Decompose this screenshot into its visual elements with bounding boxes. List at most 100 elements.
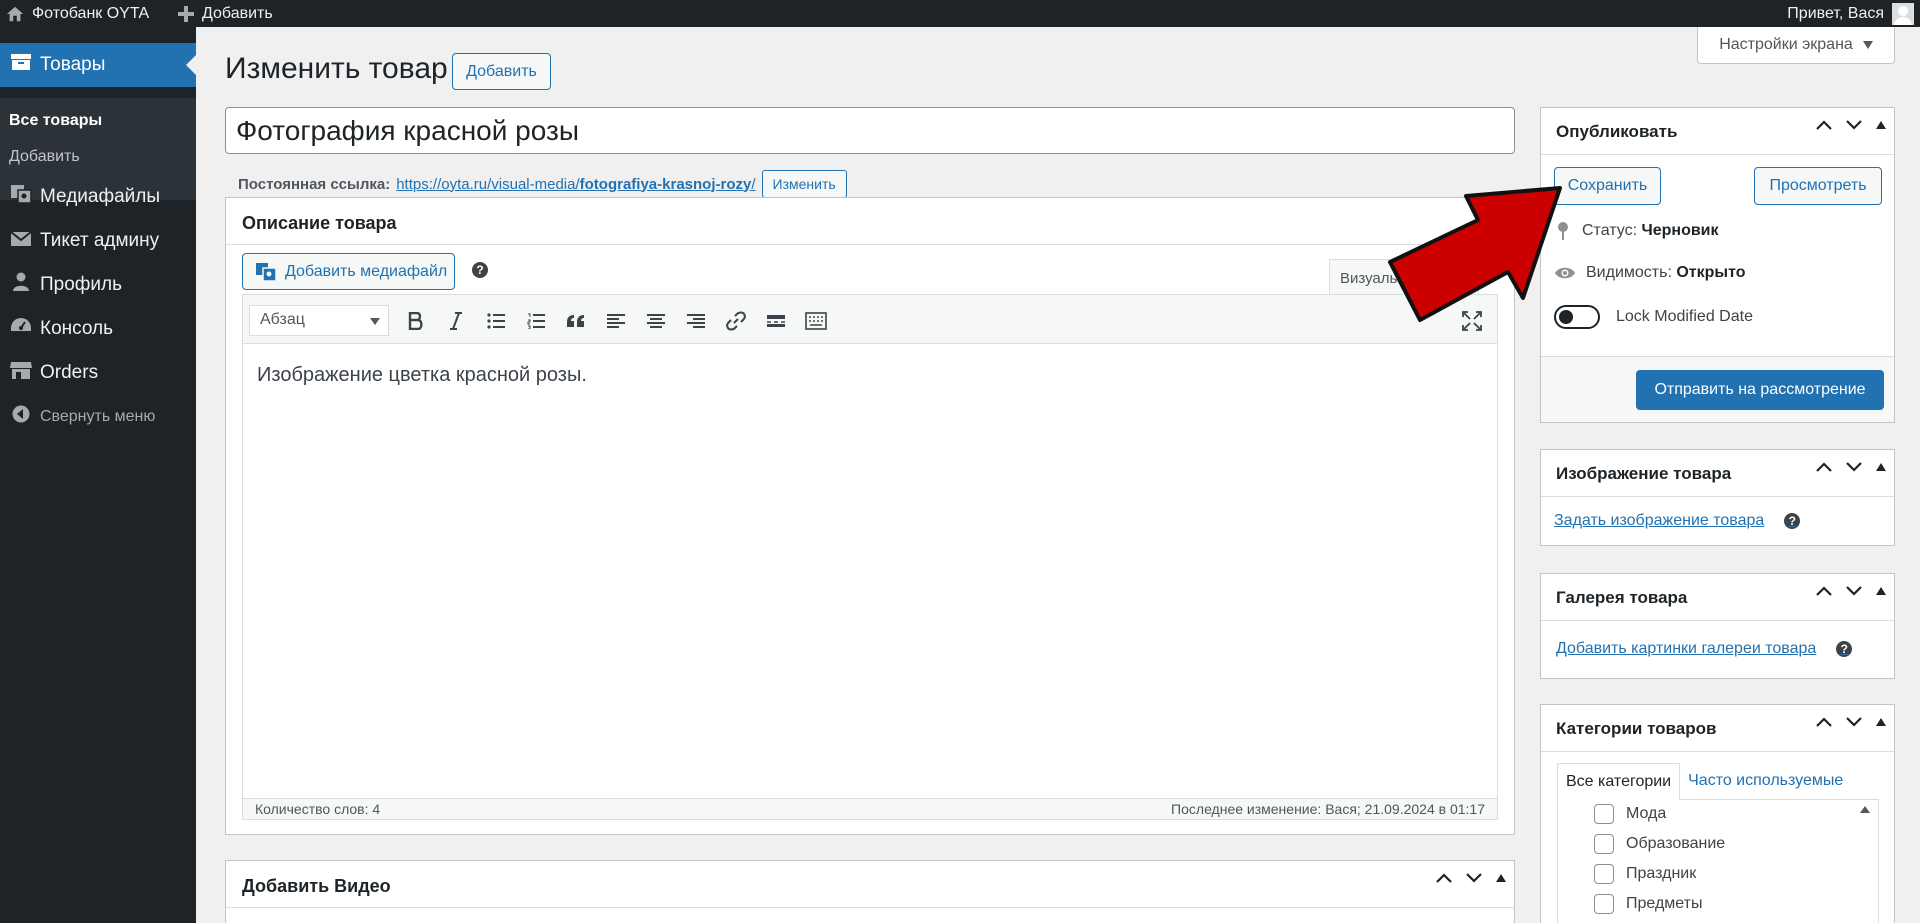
admin-bar: Фотобанк OYTA Добавить Привет, Вася (0, 0, 1920, 27)
submit-for-review-button[interactable]: Отправить на рассмотрение (1636, 370, 1884, 410)
caret-up-icon[interactable] (1876, 587, 1886, 595)
box-controls (1816, 462, 1886, 472)
set-product-image-row: Задать изображение товара ? (1554, 512, 1801, 530)
save-draft-button[interactable]: Сохранить (1554, 167, 1661, 205)
avatar (1892, 2, 1914, 25)
chevron-down-icon[interactable] (1846, 462, 1862, 472)
numbered-list-icon[interactable] (523, 308, 549, 334)
permalink-base: https://oyta.ru/visual-media/ (396, 175, 580, 193)
caret-up-icon[interactable] (1876, 463, 1886, 471)
align-center-icon[interactable] (643, 308, 669, 334)
tab-visual[interactable]: Визуально (1329, 259, 1479, 294)
menu-item-media[interactable]: Медиафайлы (0, 175, 196, 219)
divider (226, 244, 1514, 245)
gallery-title: Галерея товара (1556, 588, 1688, 607)
divider (1541, 620, 1894, 621)
list-item[interactable]: Предметы (1594, 894, 1702, 914)
media-icon (6, 184, 36, 210)
chevron-down-icon[interactable] (1846, 717, 1862, 727)
submenu-all-products[interactable]: Все товары (9, 112, 102, 130)
fullscreen-icon[interactable] (1459, 308, 1485, 334)
category-checkbox[interactable] (1594, 804, 1614, 824)
word-count: Количество слов: 4 (255, 801, 381, 817)
lock-modified-date-toggle[interactable] (1554, 305, 1600, 329)
post-title-input[interactable] (225, 107, 1515, 154)
product-categories-box: Категории товаров Все категории Часто ис… (1540, 704, 1895, 923)
menu-item-label: Консоль (40, 318, 113, 339)
product-gallery-box: Галерея товара Добавить картинки галереи… (1540, 573, 1895, 679)
category-checkbox[interactable] (1594, 894, 1614, 914)
visibility-label: Видимость: (1586, 264, 1672, 281)
category-checkbox[interactable] (1594, 834, 1614, 854)
list-item[interactable]: Образование (1594, 834, 1725, 854)
my-account-link[interactable]: Привет, Вася (1787, 0, 1914, 27)
publish-box: Опубликовать Сохранить Просмотреть Стату… (1540, 107, 1895, 423)
eye-icon (1555, 267, 1575, 279)
permalink-end: / (751, 175, 756, 193)
permalink-link[interactable]: https://oyta.ru/visual-media/fotografiya… (396, 176, 755, 193)
status-value: Черновик (1641, 222, 1719, 239)
chevron-up-icon[interactable] (1816, 462, 1832, 472)
help-icon[interactable]: ? (1784, 513, 1801, 529)
site-name-link[interactable]: Фотобанк OYTA (6, 0, 149, 27)
menu-item-orders[interactable]: Orders (0, 351, 196, 395)
set-product-image-link[interactable]: Задать изображение товара (1554, 512, 1764, 530)
chevron-up-icon[interactable] (1816, 717, 1832, 727)
caret-up-icon[interactable] (1876, 718, 1886, 726)
tab-all-categories[interactable]: Все категории (1557, 763, 1681, 801)
align-left-icon[interactable] (603, 308, 629, 334)
home-icon (6, 6, 24, 21)
chevron-down-icon[interactable] (1846, 120, 1862, 130)
last-edit-info: Последнее изменение: Вася; 21.09.2024 в … (1171, 801, 1485, 817)
format-select[interactable]: Абзац (249, 305, 389, 336)
caret-up-icon[interactable] (1496, 874, 1506, 882)
align-right-icon[interactable] (683, 308, 709, 334)
add-gallery-images-link[interactable]: Добавить картинки галереи товара (1556, 640, 1816, 658)
box-controls (1816, 586, 1886, 596)
list-item[interactable]: Праздник (1594, 864, 1696, 884)
store-icon (6, 360, 36, 386)
category-checkbox[interactable] (1594, 864, 1614, 884)
caret-up-icon[interactable] (1876, 121, 1886, 129)
chevron-down-icon[interactable] (1466, 873, 1482, 883)
menu-item-ticket[interactable]: Тикет админу (0, 219, 196, 263)
toolbar-toggle-icon[interactable] (803, 308, 829, 334)
divider (1541, 154, 1894, 155)
category-label: Мода (1626, 805, 1667, 822)
help-icon[interactable]: ? (1836, 641, 1853, 657)
bold-icon[interactable] (403, 308, 429, 334)
chevron-up-icon[interactable] (1816, 120, 1832, 130)
collapse-menu-button[interactable]: Свернуть меню (0, 395, 196, 439)
add-gallery-row: Добавить картинки галереи товара ? (1556, 640, 1853, 658)
new-content-link[interactable]: Добавить (178, 0, 273, 27)
menu-item-products[interactable]: Товары (0, 43, 196, 87)
greeting-text: Привет, Вася (1787, 4, 1884, 22)
add-new-product-button[interactable]: Добавить (452, 53, 551, 90)
plus-icon (178, 5, 194, 22)
preview-button[interactable]: Просмотреть (1754, 167, 1882, 205)
editor-content-area[interactable]: Изображение цветка красной розы. (242, 344, 1498, 798)
menu-item-profile[interactable]: Профиль (0, 263, 196, 307)
blockquote-icon[interactable] (563, 308, 589, 334)
link-icon[interactable] (723, 308, 749, 334)
chevron-up-icon[interactable] (1436, 873, 1452, 883)
add-media-button[interactable]: Добавить медиафайл (242, 253, 455, 290)
category-label: Предметы (1626, 895, 1703, 912)
bullet-list-icon[interactable] (483, 308, 509, 334)
collapse-menu-label: Свернуть меню (40, 408, 156, 425)
scroll-up-icon[interactable] (1860, 806, 1870, 813)
collapse-icon (6, 405, 36, 429)
permalink-edit-button[interactable]: Изменить (761, 170, 847, 198)
list-item[interactable]: Мода (1594, 804, 1666, 824)
menu-item-dashboard[interactable]: Консоль (0, 307, 196, 351)
tab-popular-categories[interactable]: Часто используемые (1680, 763, 1851, 801)
help-icon[interactable]: ? (472, 262, 488, 278)
italic-icon[interactable] (443, 308, 469, 334)
menu-item-label: Orders (40, 362, 99, 383)
screen-options-button[interactable]: Настройки экрана (1697, 27, 1895, 64)
chevron-down-icon[interactable] (1846, 586, 1862, 596)
menu-item-label: Профиль (40, 274, 123, 295)
submenu-add-product[interactable]: Добавить (9, 148, 80, 166)
read-more-icon[interactable] (763, 308, 789, 334)
chevron-up-icon[interactable] (1816, 586, 1832, 596)
